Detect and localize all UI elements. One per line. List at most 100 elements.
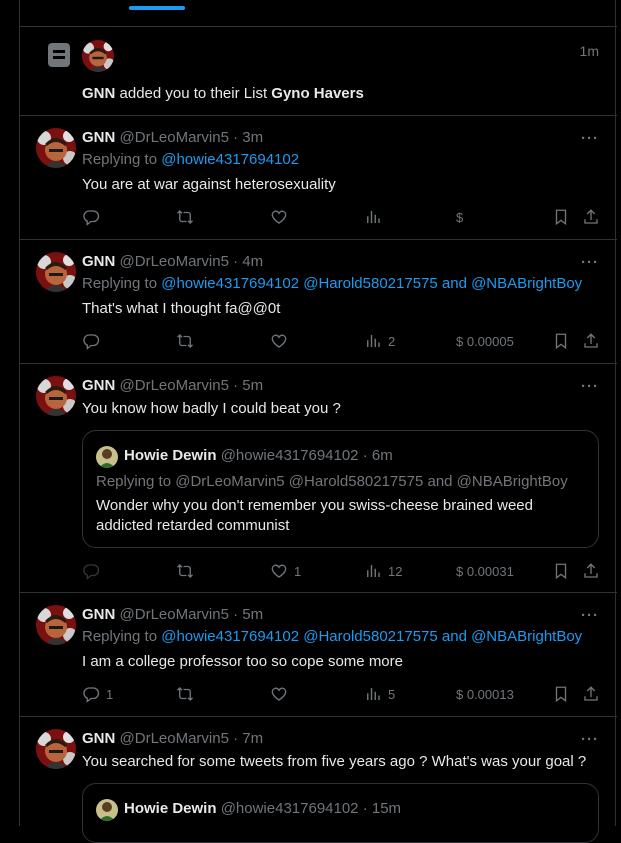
replying-to: Replying to @howie4317694102 @Harold5802…	[82, 275, 583, 292]
share-icon	[582, 332, 600, 350]
quote-header: Howie Dewin @howie4317694102 · 6m	[124, 447, 393, 464]
views-icon	[364, 208, 382, 226]
avatar[interactable]	[36, 605, 76, 645]
more-icon[interactable]: ···	[581, 607, 599, 624]
tweet-time: 15m	[371, 800, 402, 817]
quote-header: Howie Dewin @howie4317694102 · 15m	[124, 800, 402, 817]
heart-icon	[270, 332, 288, 350]
retweet-button[interactable]	[176, 684, 194, 704]
views-button[interactable]	[364, 207, 382, 227]
author-name[interactable]: GNN	[82, 253, 115, 270]
tweet[interactable]: GNN @DrLeoMarvin5 · 5m ··· You know how …	[20, 364, 617, 593]
more-icon[interactable]: ···	[581, 378, 599, 395]
author-handle[interactable]: @DrLeoMarvin5	[120, 253, 229, 270]
quoted-tweet[interactable]: Howie Dewin @howie4317694102 · 6m Replyi…	[82, 430, 599, 548]
reply-button[interactable]	[82, 207, 100, 227]
like-button[interactable]	[270, 331, 288, 351]
list-name-link[interactable]: Gyno Havers	[271, 85, 364, 102]
tip-amount: $	[456, 209, 464, 225]
views-button[interactable]: 5	[364, 684, 395, 704]
heart-icon	[270, 685, 288, 703]
more-icon[interactable]: ···	[581, 731, 599, 748]
tweet-time[interactable]: 7m	[242, 730, 263, 747]
notification-actor[interactable]: GNN	[82, 85, 115, 102]
retweet-icon	[176, 562, 194, 580]
tweet[interactable]: GNN @DrLeoMarvin5 · 7m ··· You searched …	[20, 717, 617, 843]
avatar[interactable]	[36, 128, 76, 168]
tweet-text: I am a college professor too so cope som…	[82, 653, 403, 670]
bookmark-button[interactable]	[552, 684, 570, 704]
reply-icon	[82, 685, 100, 703]
share-icon	[582, 562, 600, 580]
views-count: 2	[388, 333, 396, 349]
author-name[interactable]: GNN	[82, 129, 115, 146]
author-handle: @howie4317694102	[220, 447, 359, 464]
more-icon[interactable]: ···	[581, 254, 599, 271]
tweet[interactable]: GNN @DrLeoMarvin5 · 3m ··· Replying to @…	[20, 116, 617, 240]
avatar[interactable]	[36, 729, 76, 769]
author-handle[interactable]: @DrLeoMarvin5	[120, 730, 229, 747]
author-handle[interactable]: @DrLeoMarvin5	[120, 606, 229, 623]
author-name[interactable]: GNN	[82, 377, 115, 394]
tweet-time: 6m	[371, 447, 393, 464]
heart-icon	[270, 208, 288, 226]
views-button[interactable]: 2	[364, 331, 395, 351]
timeline-column: 1m GNN added you to their List Gyno Have…	[19, 0, 617, 843]
heart-icon	[270, 562, 288, 580]
retweet-icon	[176, 685, 194, 703]
like-button[interactable]	[270, 684, 288, 704]
views-button[interactable]: 12	[364, 561, 402, 581]
avatar[interactable]	[82, 40, 114, 72]
share-icon	[582, 685, 600, 703]
tip-button[interactable]: $ 0.00005	[450, 331, 514, 351]
tweet-text: You searched for some tweets from five y…	[82, 753, 587, 770]
tip-button[interactable]: $	[450, 207, 463, 227]
retweet-button[interactable]	[176, 207, 194, 227]
tweet-time[interactable]: 5m	[242, 606, 263, 623]
avatar[interactable]	[96, 799, 118, 821]
quoted-tweet[interactable]: Howie Dewin @howie4317694102 · 15m	[82, 783, 599, 843]
more-icon[interactable]: ···	[581, 130, 599, 147]
reply-icon	[82, 562, 100, 580]
tweet[interactable]: GNN @DrLeoMarvin5 · 4m ··· Replying to @…	[20, 240, 617, 364]
reply-button[interactable]	[82, 331, 100, 351]
tweet-time[interactable]: 5m	[242, 377, 263, 394]
retweet-icon	[176, 332, 194, 350]
avatar[interactable]	[36, 252, 76, 292]
tip-button[interactable]: $ 0.00013	[450, 684, 514, 704]
like-button[interactable]: 1	[270, 561, 301, 581]
author-handle[interactable]: @DrLeoMarvin5	[120, 129, 229, 146]
list-notification[interactable]: 1m GNN added you to their List Gyno Have…	[20, 27, 617, 116]
reply-button[interactable]: 1	[82, 684, 113, 704]
tweet-text: You are at war against heterosexuality	[82, 176, 336, 193]
mention-link[interactable]: @howie4317694102 @Harold580217575 and @N…	[161, 628, 582, 645]
share-button[interactable]	[582, 331, 600, 351]
tweet[interactable]: GNN @DrLeoMarvin5 · 5m ··· Replying to @…	[20, 593, 617, 717]
bookmark-button[interactable]	[552, 331, 570, 351]
share-button[interactable]	[582, 207, 600, 227]
tweet-header: GNN @DrLeoMarvin5 · 5m	[82, 377, 264, 394]
tip-button[interactable]: $ 0.00031	[450, 561, 514, 581]
reply-button[interactable]	[82, 561, 100, 581]
mention-link[interactable]: @howie4317694102	[161, 151, 299, 168]
author-handle[interactable]: @DrLeoMarvin5	[120, 377, 229, 394]
like-button[interactable]	[270, 207, 288, 227]
quote-text-line: addicted retarded communist	[96, 517, 290, 534]
share-button[interactable]	[582, 684, 600, 704]
replying-to: Replying to @howie4317694102	[82, 151, 300, 168]
bookmark-button[interactable]	[552, 561, 570, 581]
active-tab-indicator	[129, 6, 185, 10]
author-name[interactable]: GNN	[82, 730, 115, 747]
tweet-time[interactable]: 3m	[242, 129, 263, 146]
retweet-button[interactable]	[176, 331, 194, 351]
share-button[interactable]	[582, 561, 600, 581]
tweet-time[interactable]: 4m	[242, 253, 263, 270]
author-name[interactable]: GNN	[82, 606, 115, 623]
like-count: 1	[294, 563, 302, 579]
mention-link[interactable]: @howie4317694102 @Harold580217575 and @N…	[161, 275, 582, 292]
avatar[interactable]	[96, 446, 118, 468]
bookmark-button[interactable]	[552, 207, 570, 227]
tip-amount: $ 0.00013	[456, 686, 514, 702]
retweet-button[interactable]	[176, 561, 194, 581]
avatar[interactable]	[36, 376, 76, 416]
